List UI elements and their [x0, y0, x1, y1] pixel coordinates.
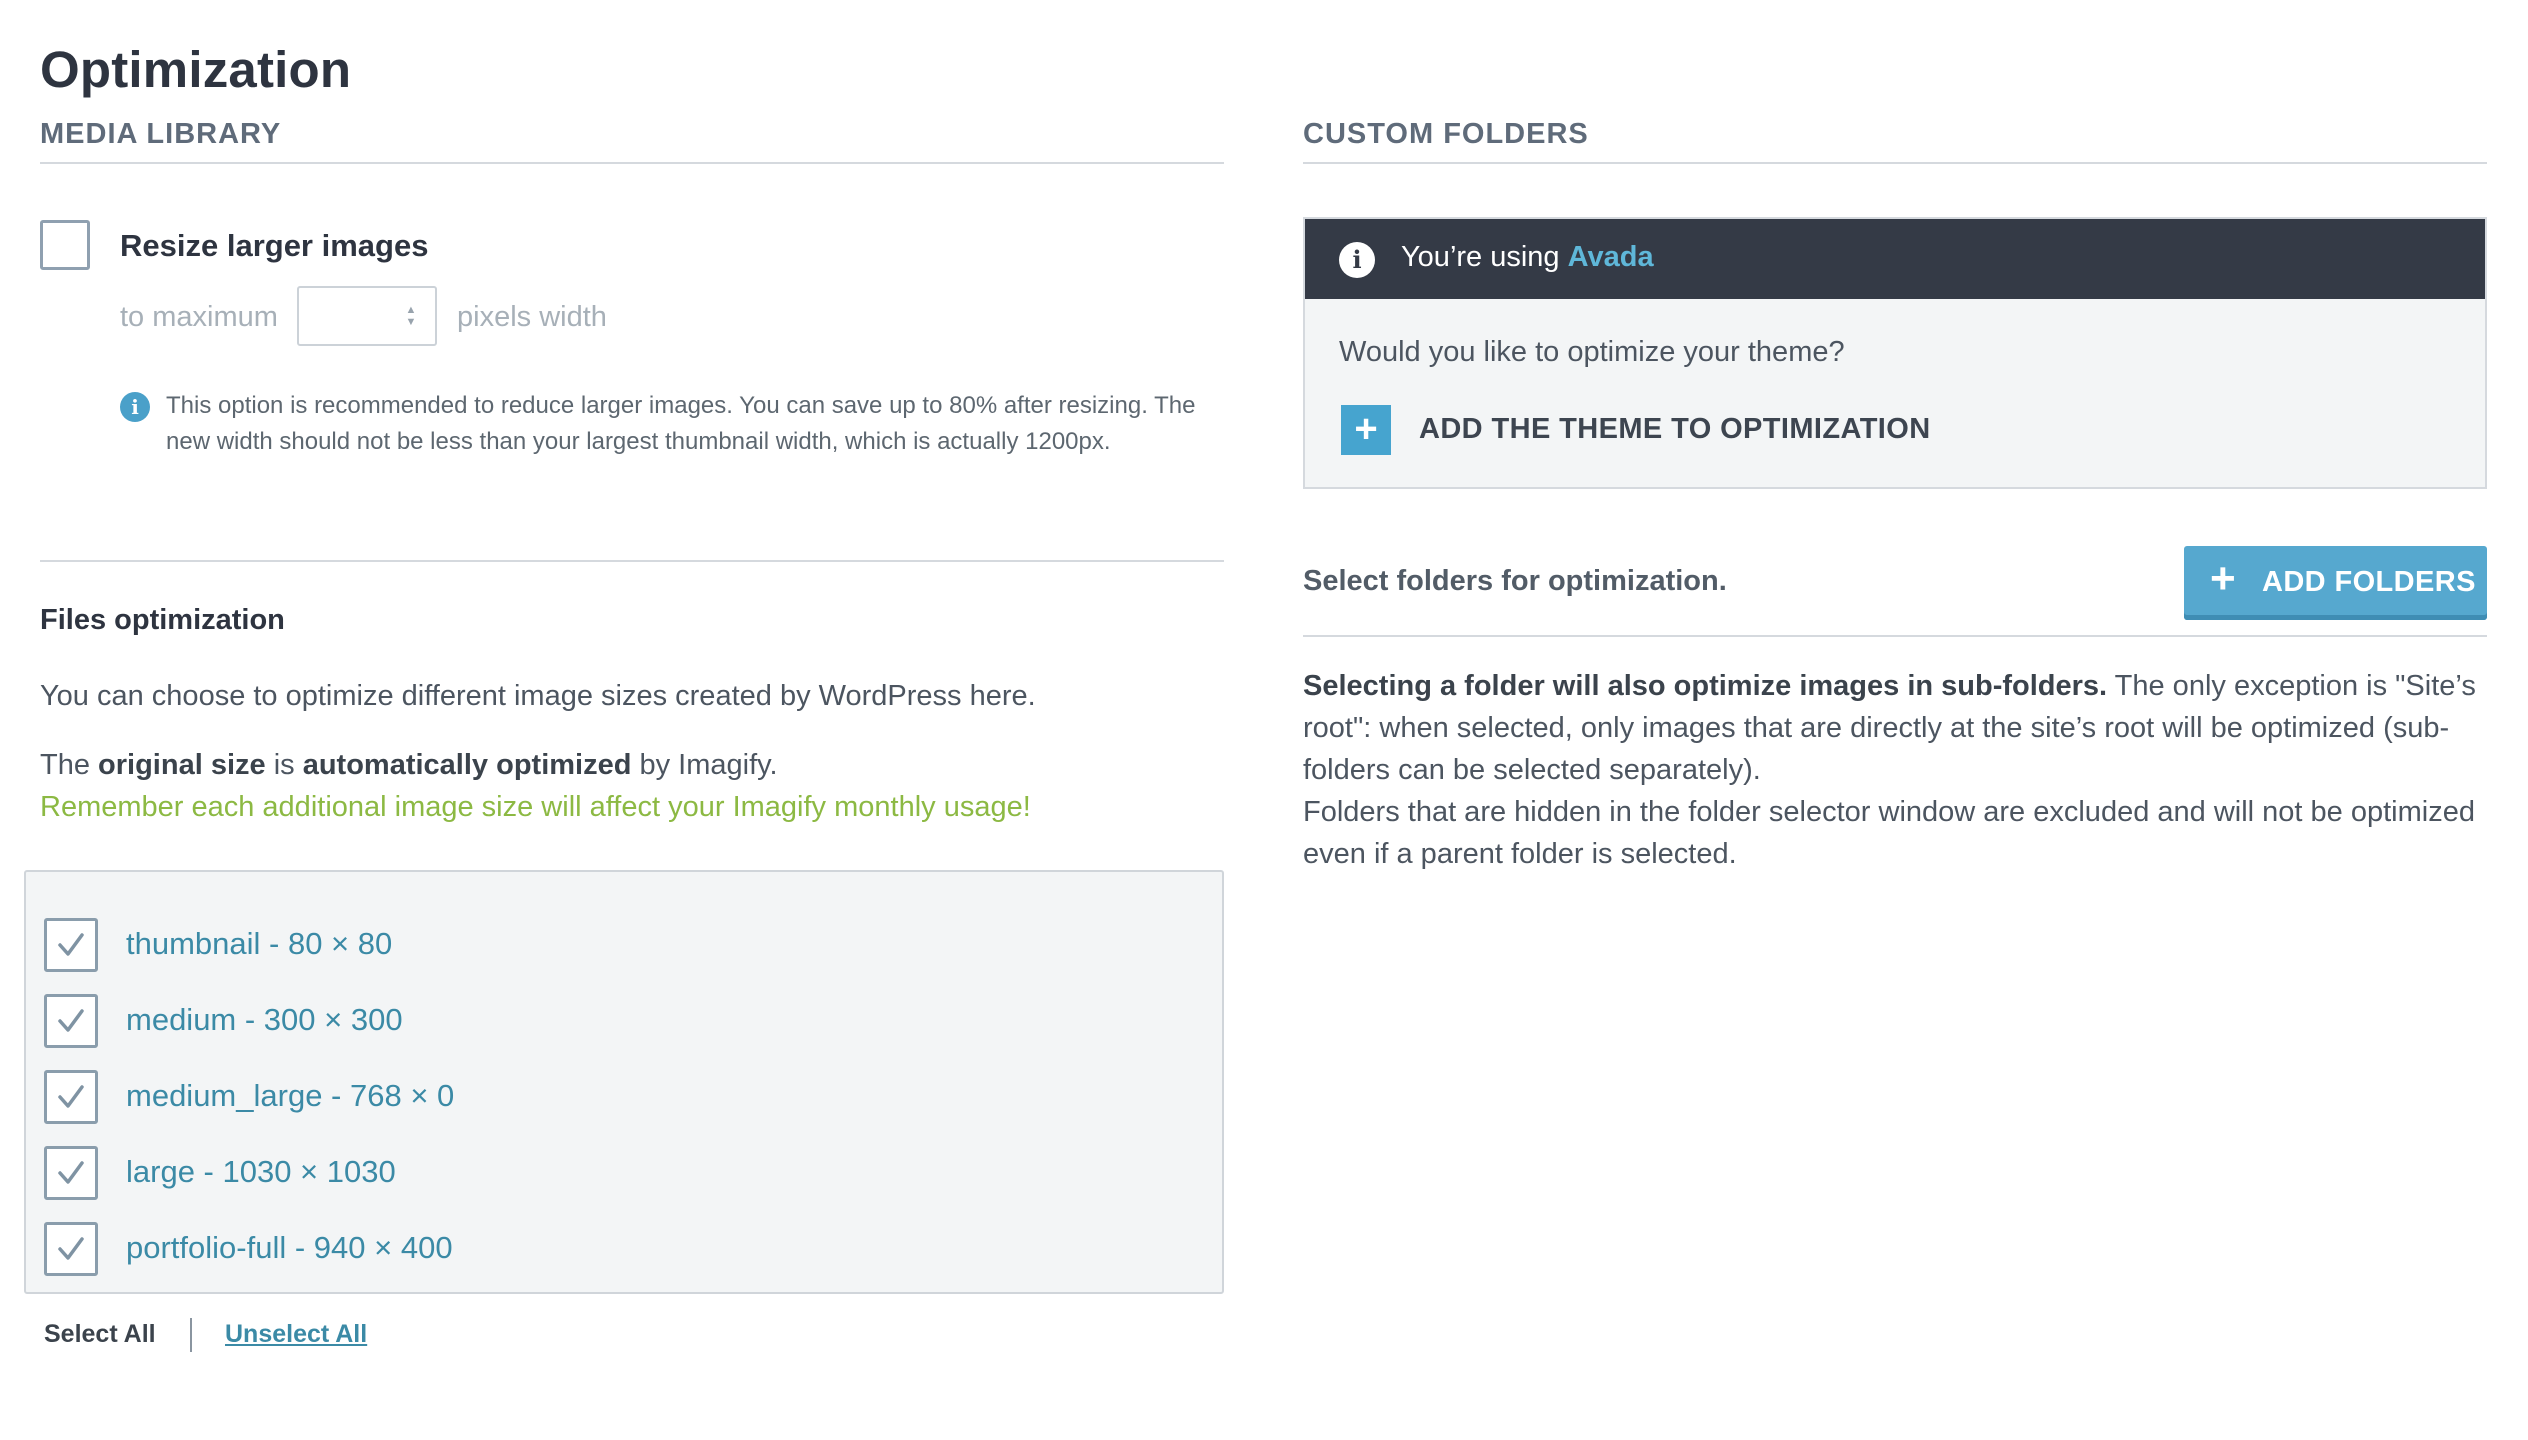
resize-label[interactable]: Resize larger images — [120, 228, 428, 264]
plus-icon[interactable]: + — [1341, 405, 1391, 455]
size-checkbox[interactable] — [44, 1146, 98, 1200]
image-sizes-list: thumbnail - 80 × 80 medium - 300 × 300 m… — [24, 870, 1224, 1294]
select-all-link[interactable]: Select All — [44, 1320, 156, 1349]
theme-panel-header: i You’re using Avada — [1305, 219, 2485, 299]
add-folders-button[interactable]: + ADD FOLDERS — [2184, 546, 2487, 620]
add-folders-label: ADD FOLDERS — [2262, 566, 2476, 598]
size-label[interactable]: portfolio-full - 940 × 400 — [126, 1230, 453, 1266]
pixels-width-label: pixels width — [457, 301, 607, 333]
size-label[interactable]: thumbnail - 80 × 80 — [126, 926, 392, 962]
usage-warning: Remember each additional image size will… — [40, 791, 1031, 823]
divider — [40, 162, 1224, 164]
files-description: You can choose to optimize different ima… — [40, 680, 1036, 712]
resize-help-text: This option is recommended to reduce lar… — [166, 392, 1196, 455]
divider — [1303, 162, 2487, 164]
theme-panel: i You’re using Avada Would you like to o… — [1303, 217, 2487, 489]
resize-checkbox[interactable] — [40, 220, 90, 270]
checkmark-icon — [58, 1237, 84, 1260]
media-library-heading: MEDIA LIBRARY — [40, 118, 282, 150]
size-checkbox[interactable] — [44, 1070, 98, 1124]
size-label[interactable]: medium - 300 × 300 — [126, 1002, 403, 1038]
plus-icon: + — [2210, 554, 2236, 603]
divider — [1303, 635, 2487, 637]
checkmark-icon — [58, 1009, 84, 1032]
checkmark-icon — [58, 1085, 84, 1108]
info-icon: i — [120, 392, 150, 422]
separator — [190, 1318, 192, 1352]
max-width-input[interactable]: ▲ ▼ — [297, 286, 437, 346]
checkmark-icon — [58, 933, 84, 956]
size-label[interactable]: medium_large - 768 × 0 — [126, 1078, 454, 1114]
theme-name: Avada — [1567, 241, 1654, 273]
original-size-note: The original size is automatically optim… — [40, 749, 778, 781]
select-folders-label: Select folders for optimization. — [1303, 565, 1727, 597]
theme-question: Would you like to optimize your theme? — [1339, 336, 1845, 368]
files-optimization-title: Files optimization — [40, 604, 285, 636]
add-theme-button[interactable]: ADD THE THEME TO OPTIMIZATION — [1419, 413, 1931, 446]
unselect-all-link[interactable]: Unselect All — [225, 1320, 367, 1349]
to-maximum-label: to maximum — [120, 301, 278, 333]
size-checkbox[interactable] — [44, 994, 98, 1048]
divider — [40, 560, 1224, 562]
stepper-arrows-icon[interactable]: ▲ ▼ — [405, 304, 417, 330]
page-title: Optimization — [40, 41, 352, 98]
custom-folders-heading: CUSTOM FOLDERS — [1303, 118, 1589, 150]
size-checkbox[interactable] — [44, 1222, 98, 1276]
checkmark-icon — [58, 1161, 84, 1184]
size-checkbox[interactable] — [44, 918, 98, 972]
size-label[interactable]: large - 1030 × 1030 — [126, 1154, 396, 1190]
info-icon: i — [1339, 242, 1375, 278]
folders-info-text: Selecting a folder will also optimize im… — [1303, 670, 2476, 870]
theme-in-use-text: You’re using Avada — [1401, 241, 1654, 273]
